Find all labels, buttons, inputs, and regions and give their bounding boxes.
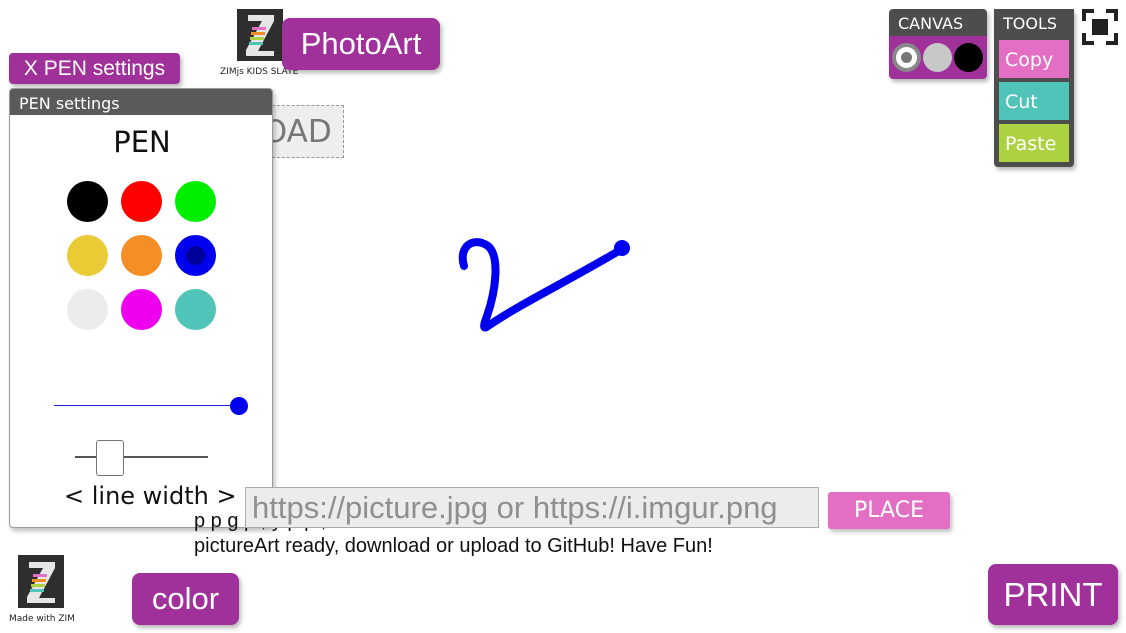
place-button[interactable]: PLACE	[828, 492, 950, 529]
print-button[interactable]: PRINT	[988, 564, 1118, 625]
pen-stroke-end-dot	[614, 240, 630, 256]
image-url-input[interactable]	[245, 487, 819, 528]
pen-stroke	[458, 238, 626, 332]
zim-logo-icon	[27, 561, 55, 603]
instructions-line-2: pictureArt ready, download or upload to …	[194, 535, 713, 557]
color-button[interactable]: color	[132, 573, 239, 625]
made-with-zim-caption: Made with ZIM	[9, 614, 75, 624]
made-with-zim-logo[interactable]	[18, 555, 64, 608]
